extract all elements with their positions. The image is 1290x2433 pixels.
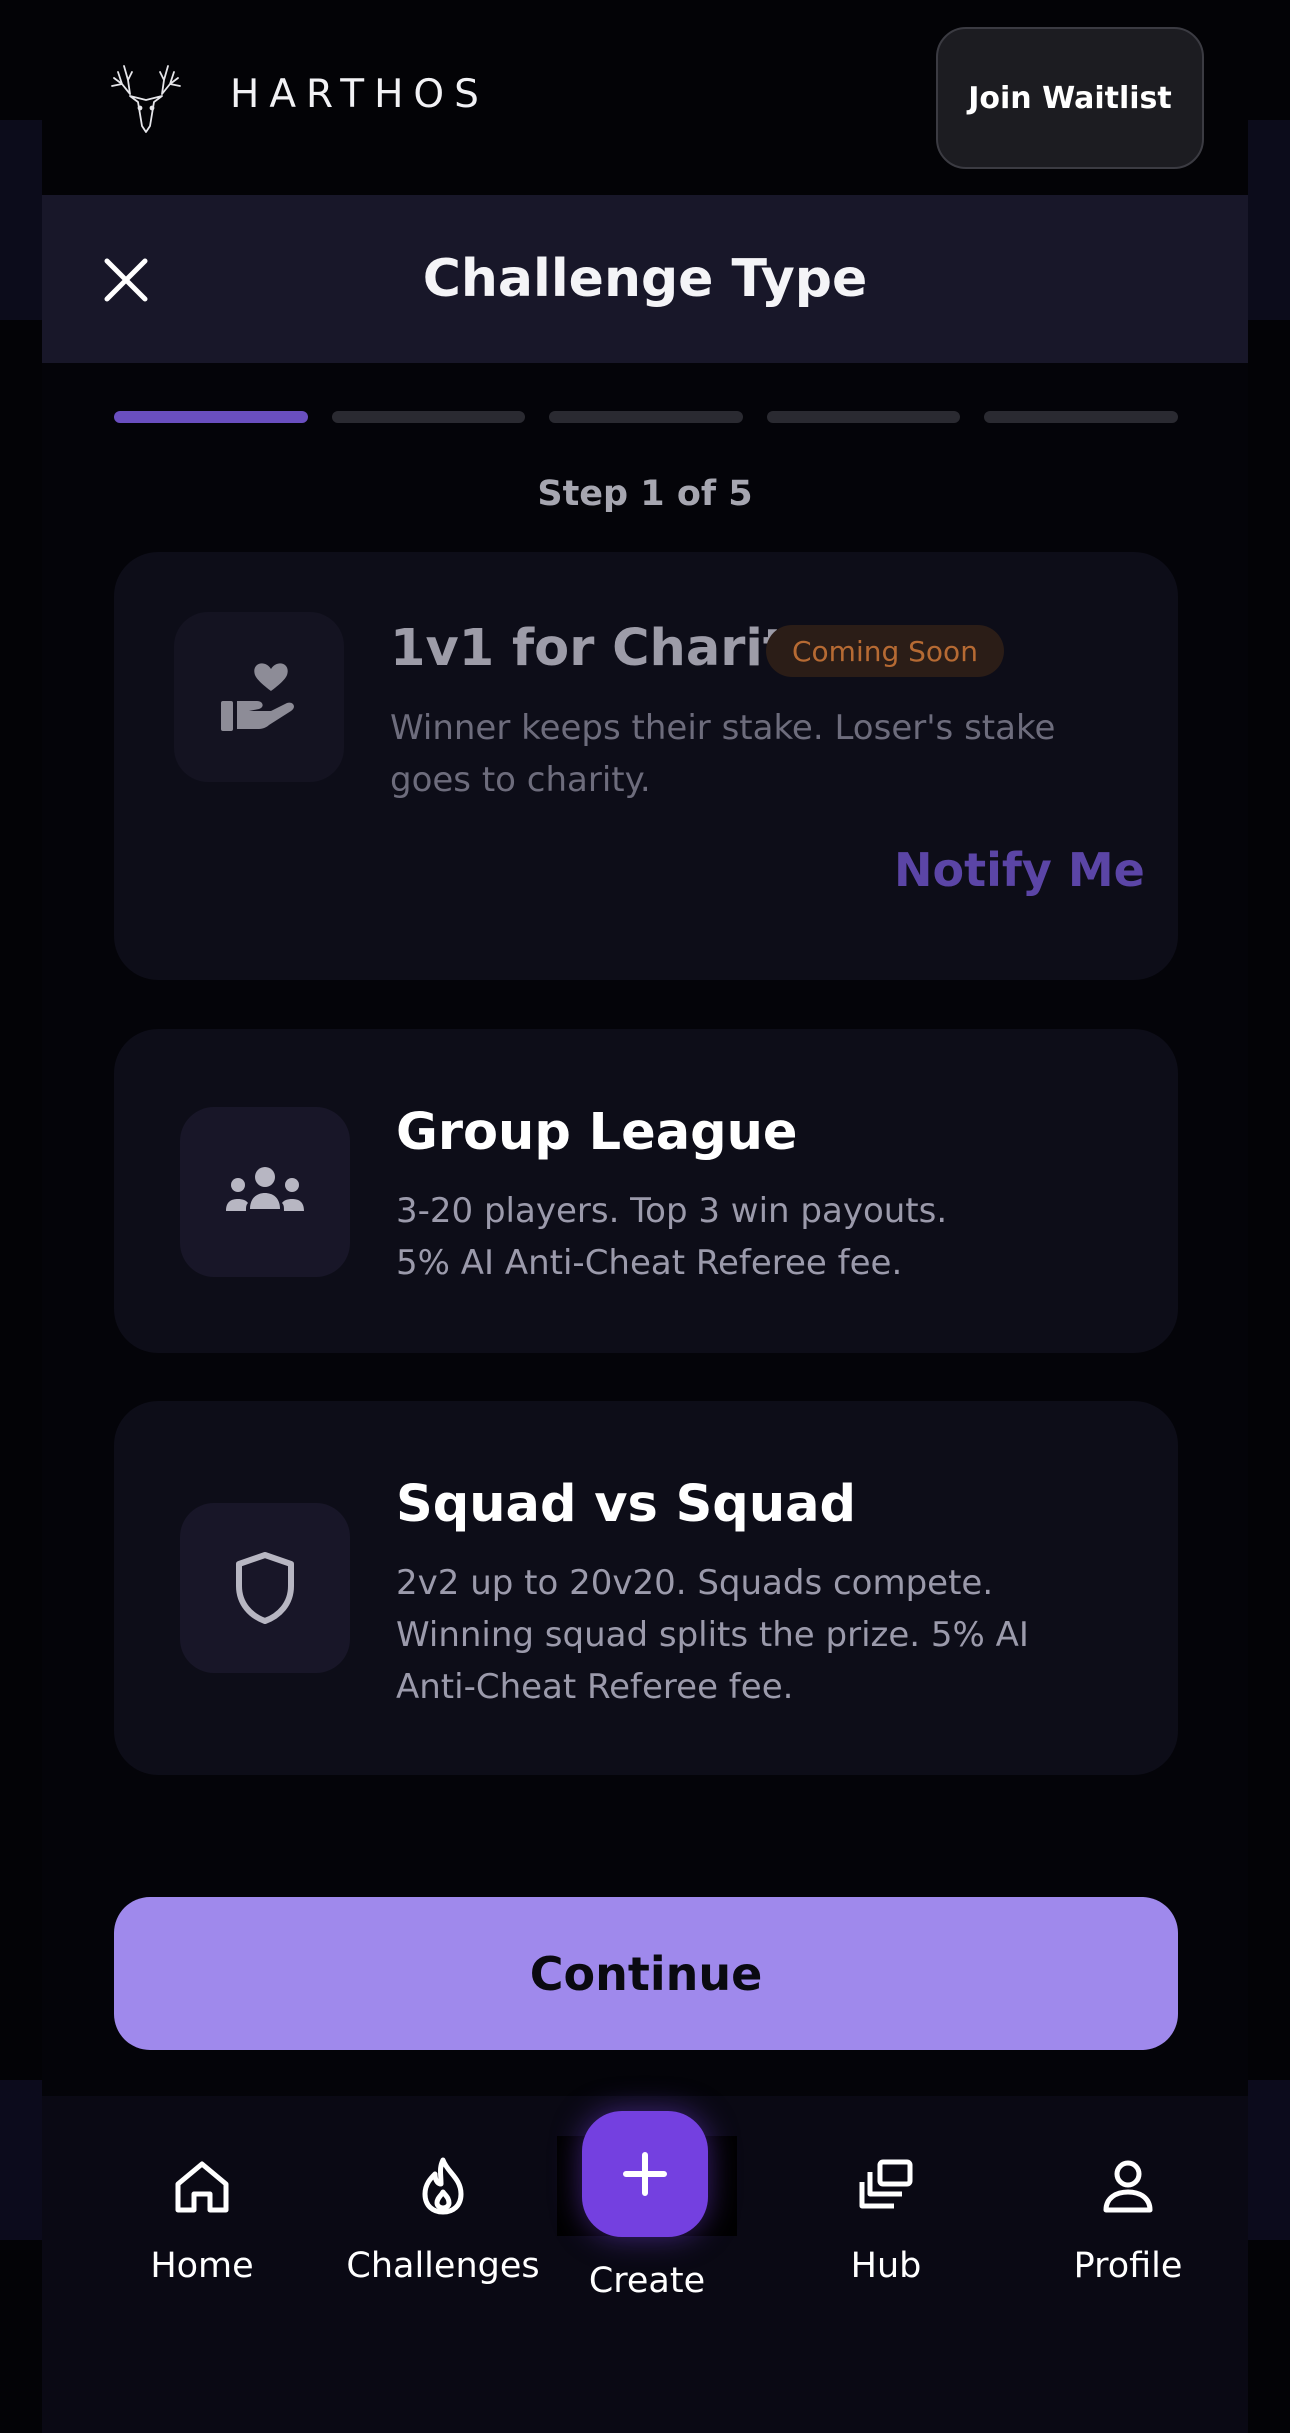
person-icon [1103,2160,1153,2213]
progress-segment [114,411,308,423]
bottom-navigation: Home Challenges Create Hub Profile [42,2096,1248,2433]
stack-icon [859,2159,913,2209]
card-title: 1v1 for Charity [390,619,821,678]
charity-challenge-card: 1v1 for Charity Coming Soon Winner keeps… [114,552,1178,980]
flame-icon [422,2157,464,2215]
group-league-card[interactable]: Group League 3-20 players. Top 3 win pay… [114,1029,1178,1353]
continue-button[interactable]: Continue [114,1897,1178,2050]
card-description: Winner keeps their stake. Loser's stake … [390,708,1056,800]
app-container: HARTHOS Join Waitlist Challenge Type Ste… [42,0,1248,2433]
step-label: Step 1 of 5 [537,474,753,514]
title-bar: Challenge Type [42,195,1248,363]
top-header: HARTHOS Join Waitlist [42,0,1248,195]
card-icon-box [180,1503,350,1673]
group-icon [226,1167,304,1211]
create-button[interactable] [582,2111,708,2237]
nav-label: Profile [1073,2246,1183,2286]
progress-segment [549,411,743,423]
join-waitlist-button[interactable]: Join Waitlist [936,27,1204,169]
coming-soon-badge: Coming Soon [766,625,1004,677]
nav-challenges[interactable]: Challenges [333,2096,553,2346]
squad-vs-squad-card[interactable]: Squad vs Squad 2v2 up to 20v20. Squads c… [114,1401,1178,1775]
nav-profile[interactable]: Profile [1018,2096,1238,2346]
step-progress-bar [114,411,1178,423]
nav-label: Hub [850,2246,922,2286]
hand-heart-icon [221,663,294,731]
page-title: Challenge Type [422,249,868,309]
nav-home[interactable]: Home [92,2096,312,2346]
notify-me-button[interactable]: Notify Me [894,843,1145,897]
card-title: Squad vs Squad [396,1475,857,1534]
card-description-line: 5% AI Anti-Cheat Referee fee. [396,1243,903,1283]
deer-logo-icon [111,65,181,133]
nav-label: Challenges [346,2246,540,2286]
nav-label: Home [150,2246,254,2286]
brand-name: HARTHOS [230,72,489,117]
card-description-line: 3-20 players. Top 3 win payouts. [396,1191,948,1231]
progress-segment [984,411,1178,423]
card-icon-box [180,1107,350,1277]
shield-icon [236,1552,294,1624]
home-icon [175,2161,229,2213]
nav-hub[interactable]: Hub [776,2096,996,2346]
plus-icon [623,2152,667,2196]
nav-create[interactable]: Create [537,2111,757,2356]
card-description: 2v2 up to 20v20. Squads compete. Winning… [396,1563,1029,1707]
card-icon-box [174,612,344,782]
progress-segment [766,411,961,423]
close-icon[interactable] [99,253,153,307]
progress-segment [331,411,526,423]
nav-label: Create [588,2261,706,2301]
card-title: Group League [396,1103,798,1162]
